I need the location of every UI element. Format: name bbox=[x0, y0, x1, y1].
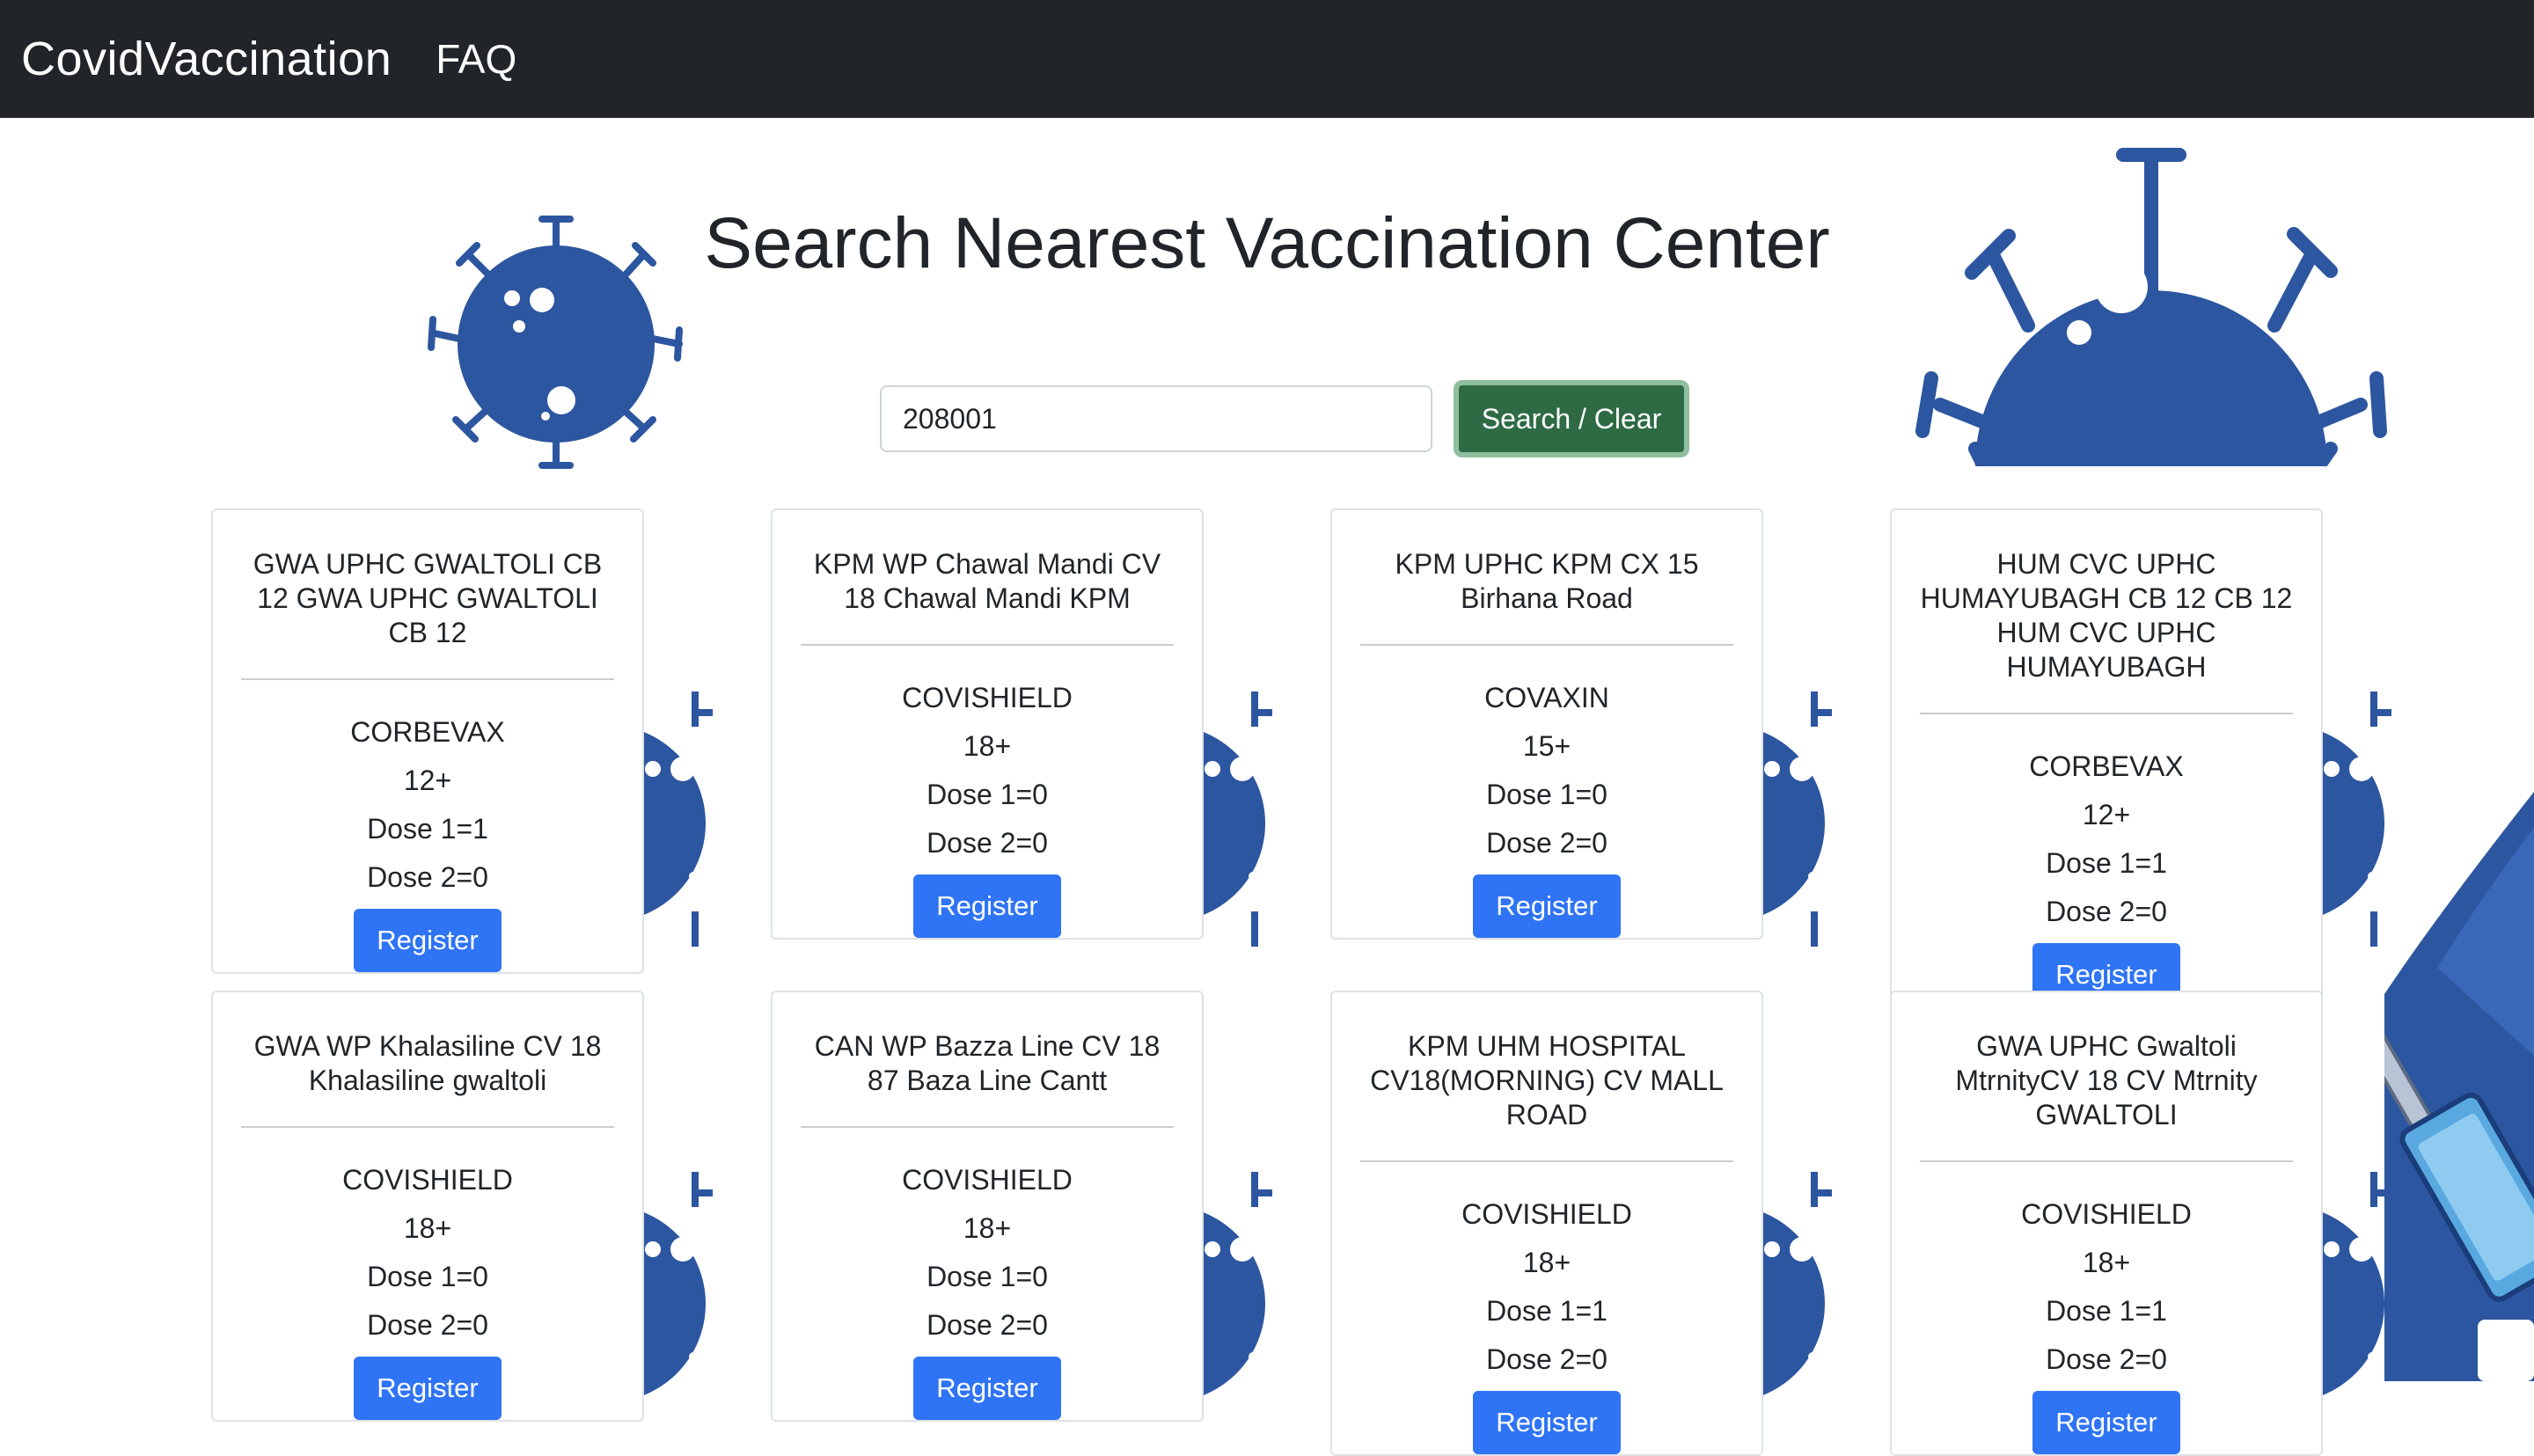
virus-icon bbox=[2321, 691, 2391, 947]
age-limit: 12+ bbox=[2082, 799, 2131, 830]
center-name: GWA UPHC Gwaltoli MtrnityCV 18 CV Mtrnit… bbox=[1920, 992, 2293, 1162]
dose1-availability: Dose 1=0 bbox=[926, 779, 1048, 810]
register-button[interactable]: Register bbox=[2032, 1391, 2180, 1454]
virus-icon bbox=[2321, 1172, 2391, 1396]
virus-icon bbox=[1915, 148, 2387, 466]
age-limit: 18+ bbox=[403, 1212, 452, 1244]
center-name: KPM UHM HOSPITAL CV18(MORNING) CV MALL R… bbox=[1360, 992, 1733, 1162]
center-name: GWA UPHC GWALTOLI CB 12 GWA UPHC GWALTOL… bbox=[241, 510, 614, 680]
navbar: CovidVaccination FAQ bbox=[0, 0, 2534, 118]
age-limit: 15+ bbox=[1522, 730, 1571, 762]
vaccine-name: COVISHIELD bbox=[902, 682, 1073, 713]
center-name: GWA WP Khalasiline CV 18 Khalasiline gwa… bbox=[241, 992, 614, 1128]
dose1-availability: Dose 1=1 bbox=[367, 813, 488, 845]
register-button[interactable]: Register bbox=[354, 1357, 502, 1420]
dose2-availability: Dose 2=0 bbox=[926, 827, 1048, 859]
vaccine-name: CORBEVAX bbox=[350, 716, 505, 748]
dose2-availability: Dose 2=0 bbox=[367, 861, 488, 893]
dose1-availability: Dose 1=1 bbox=[2046, 847, 2167, 879]
center-name: KPM UPHC KPM CX 15 Birhana Road bbox=[1360, 510, 1733, 646]
center-card: KPM WP Chawal Mandi CV 18 Chawal Mandi K… bbox=[771, 509, 1204, 940]
vaccine-name: CORBEVAX bbox=[2029, 750, 2184, 782]
virus-icon bbox=[1202, 691, 1272, 947]
dose2-availability: Dose 2=0 bbox=[2046, 896, 2167, 927]
virus-icon bbox=[642, 1172, 713, 1396]
center-card: GWA UPHC Gwaltoli MtrnityCV 18 CV Mtrnit… bbox=[1890, 991, 2323, 1456]
dose1-availability: Dose 1=0 bbox=[926, 1261, 1048, 1292]
dose2-availability: Dose 2=0 bbox=[367, 1309, 488, 1341]
center-card: CAN WP Bazza Line CV 18 87 Baza Line Can… bbox=[771, 991, 1204, 1422]
center-name: HUM CVC UPHC HUMAYUBAGH CB 12 CB 12 HUM … bbox=[1920, 510, 2293, 714]
age-limit: 12+ bbox=[403, 765, 452, 796]
register-button[interactable]: Register bbox=[913, 874, 1061, 938]
nav-link-faq[interactable]: FAQ bbox=[436, 35, 516, 83]
center-name: KPM WP Chawal Mandi CV 18 Chawal Mandi K… bbox=[801, 510, 1174, 646]
register-button[interactable]: Register bbox=[354, 909, 502, 972]
dose1-availability: Dose 1=1 bbox=[2046, 1295, 2167, 1327]
virus-icon bbox=[1761, 1172, 1832, 1396]
center-card: HUM CVC UPHC HUMAYUBAGH CB 12 CB 12 HUM … bbox=[1890, 509, 2323, 1008]
dose2-availability: Dose 2=0 bbox=[2046, 1343, 2167, 1375]
vaccine-name: COVAXIN bbox=[1484, 682, 1609, 713]
dose1-availability: Dose 1=0 bbox=[367, 1261, 488, 1292]
virus-icon bbox=[642, 691, 713, 947]
vaccine-name: COVISHIELD bbox=[342, 1164, 513, 1196]
syringe-icon bbox=[2384, 792, 2534, 1381]
brand-link[interactable]: CovidVaccination bbox=[21, 32, 392, 86]
center-card: GWA UPHC GWALTOLI CB 12 GWA UPHC GWALTOL… bbox=[211, 509, 644, 974]
vaccine-name: COVISHIELD bbox=[2021, 1198, 2192, 1230]
dose2-availability: Dose 2=0 bbox=[926, 1309, 1048, 1341]
dose1-availability: Dose 1=1 bbox=[1486, 1295, 1608, 1327]
dose2-availability: Dose 2=0 bbox=[1486, 1343, 1608, 1375]
age-limit: 18+ bbox=[2082, 1247, 2131, 1278]
center-card: KPM UHM HOSPITAL CV18(MORNING) CV MALL R… bbox=[1330, 991, 1763, 1456]
dose2-availability: Dose 2=0 bbox=[1486, 827, 1608, 859]
page-title: Search Nearest Vaccination Center bbox=[704, 203, 1830, 283]
search-clear-button[interactable]: Search / Clear bbox=[1454, 380, 1689, 457]
dose1-availability: Dose 1=0 bbox=[1486, 779, 1608, 810]
virus-icon bbox=[1761, 691, 1832, 947]
register-button[interactable]: Register bbox=[1473, 1391, 1621, 1454]
pincode-search-input[interactable] bbox=[880, 385, 1432, 452]
center-name: CAN WP Bazza Line CV 18 87 Baza Line Can… bbox=[801, 992, 1174, 1128]
age-limit: 18+ bbox=[963, 730, 1012, 762]
vaccine-name: COVISHIELD bbox=[902, 1164, 1073, 1196]
center-card: GWA WP Khalasiline CV 18 Khalasiline gwa… bbox=[211, 991, 644, 1422]
register-button[interactable]: Register bbox=[1473, 874, 1621, 938]
age-limit: 18+ bbox=[963, 1212, 1012, 1244]
center-card: KPM UPHC KPM CX 15 Birhana Road COVAXIN … bbox=[1330, 509, 1763, 940]
age-limit: 18+ bbox=[1522, 1247, 1571, 1278]
register-button[interactable]: Register bbox=[913, 1357, 1061, 1420]
virus-icon bbox=[1202, 1172, 1272, 1396]
vaccine-name: COVISHIELD bbox=[1461, 1198, 1632, 1230]
